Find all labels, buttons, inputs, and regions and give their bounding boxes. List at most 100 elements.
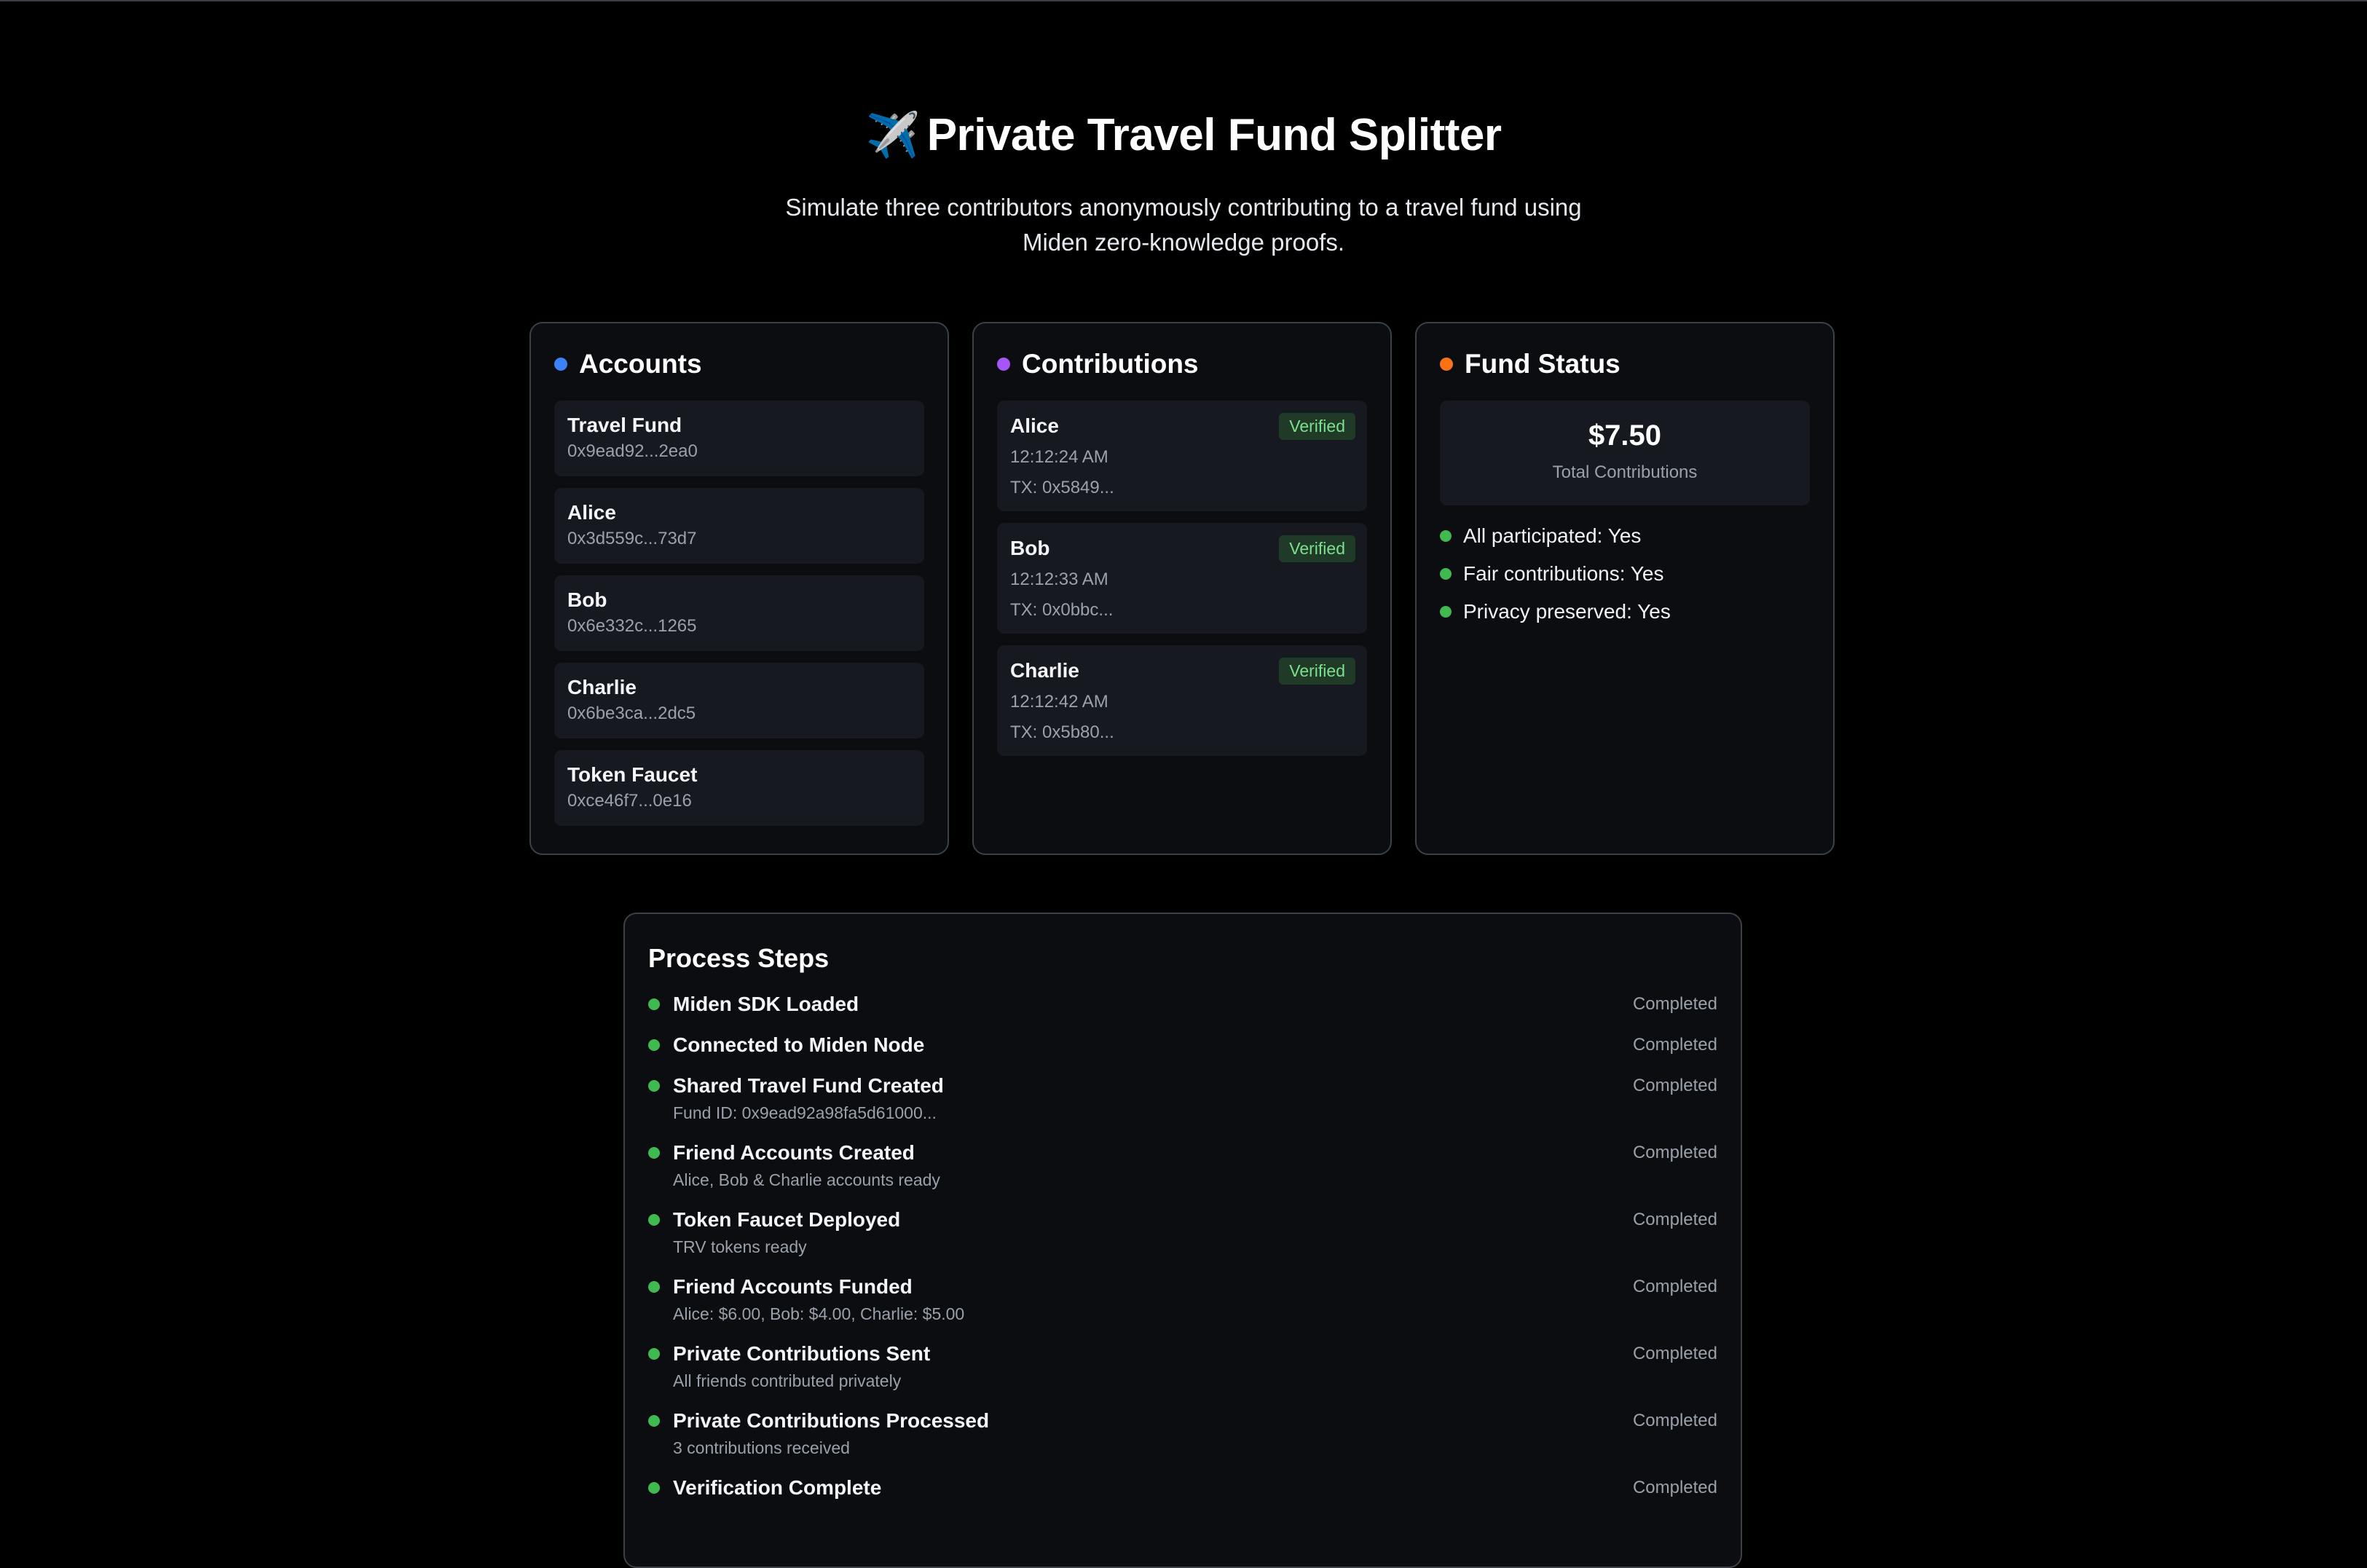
step-item: Private Contributions Sent All friends c… [648, 1341, 1717, 1408]
success-dot-icon [648, 1147, 660, 1159]
step-status: Completed [1632, 1344, 1717, 1363]
account-item: Bob 0x6e332c...1265 [554, 575, 924, 651]
step-item: Friend Accounts Funded Alice: $6.00, Bob… [648, 1274, 1717, 1341]
success-dot-icon [648, 1214, 660, 1226]
step-label: Verification Complete [673, 1476, 882, 1499]
contributions-card-header: Contributions [997, 347, 1367, 382]
accounts-dot-icon [554, 358, 567, 371]
contribution-tx: TX: 0x0bbc... [1010, 600, 1114, 620]
total-amount: $7.50 [1588, 419, 1662, 452]
contribution-item: Bob Verified 12:12:33 AM TX: 0x0bbc... [997, 523, 1367, 634]
fund-status-title: Fund Status [1465, 349, 1620, 379]
page-header: ✈️ Private Travel Fund Splitter Simulate… [0, 109, 2367, 260]
success-dot-icon [648, 1281, 660, 1293]
status-item: Privacy preserved: Yes [1440, 600, 1810, 623]
success-dot-icon [648, 998, 660, 1010]
contributor-name: Bob [1010, 537, 1050, 559]
account-item: Alice 0x3d559c...73d7 [554, 488, 924, 564]
step-detail: All friends contributed privately [673, 1371, 902, 1390]
account-item: Charlie 0x6be3ca...2dc5 [554, 663, 924, 738]
success-dot-icon [1440, 606, 1452, 618]
contribution-time: 12:12:33 AM [1010, 570, 1108, 589]
step-status: Completed [1632, 1411, 1717, 1430]
verified-badge: Verified [1279, 412, 1355, 440]
account-address: 0x9ead92...2ea0 [567, 441, 698, 461]
fund-status-dot-icon [1440, 358, 1453, 371]
status-text: Privacy preserved: Yes [1463, 600, 1671, 623]
step-label: Shared Travel Fund Created [673, 1074, 944, 1097]
account-address: 0x3d559c...73d7 [567, 529, 697, 548]
step-item: Miden SDK Loaded Completed [648, 991, 1717, 1032]
verified-badge: Verified [1279, 657, 1355, 685]
step-status: Completed [1632, 1035, 1717, 1055]
accounts-list: Travel Fund 0x9ead92...2ea0 Alice 0x3d55… [554, 401, 924, 826]
step-label: Private Contributions Processed [673, 1409, 990, 1432]
step-status: Completed [1632, 1277, 1717, 1296]
step-item: Private Contributions Processed 3 contri… [648, 1408, 1717, 1475]
process-steps-list: Miden SDK Loaded Completed Connected to … [648, 991, 1717, 1516]
top-border [0, 0, 2367, 1]
summary-cards: Accounts Travel Fund 0x9ead92...2ea0 Ali… [529, 322, 1835, 855]
step-status: Completed [1632, 1076, 1717, 1095]
step-detail: Alice, Bob & Charlie accounts ready [673, 1170, 940, 1189]
contribution-time: 12:12:24 AM [1010, 447, 1108, 467]
step-item: Token Faucet Deployed TRV tokens ready C… [648, 1207, 1717, 1274]
contributions-dot-icon [997, 358, 1010, 371]
verified-badge: Verified [1279, 535, 1355, 562]
contributions-card: Contributions Alice Verified 12:12:24 AM… [972, 322, 1392, 855]
step-detail: 3 contributions received [673, 1438, 850, 1457]
status-item: Fair contributions: Yes [1440, 562, 1810, 586]
contribution-tx: TX: 0x5b80... [1010, 722, 1114, 742]
step-detail: Alice: $6.00, Bob: $4.00, Charlie: $5.00 [673, 1304, 965, 1323]
contribution-item: Charlie Verified 12:12:42 AM TX: 0x5b80.… [997, 645, 1367, 756]
step-label: Private Contributions Sent [673, 1342, 931, 1365]
fund-status-card-header: Fund Status [1440, 347, 1810, 382]
page-subtitle: Simulate three contributors anonymously … [785, 194, 1582, 256]
account-name: Alice [567, 501, 616, 524]
step-label: Connected to Miden Node [673, 1033, 925, 1056]
process-steps-title: Process Steps [648, 943, 830, 973]
step-status: Completed [1632, 994, 1717, 1014]
step-detail: Fund ID: 0x9ead92a98fa5d61000... [673, 1103, 937, 1122]
airplane-icon: ✈️ [865, 111, 920, 159]
account-address: 0x6e332c...1265 [567, 616, 697, 636]
accounts-card: Accounts Travel Fund 0x9ead92...2ea0 Ali… [529, 322, 949, 855]
step-status: Completed [1632, 1478, 1717, 1497]
account-address: 0xce46f7...0e16 [567, 791, 692, 811]
account-item: Travel Fund 0x9ead92...2ea0 [554, 401, 924, 476]
fund-status-card: Fund Status $7.50 Total Contributions Al… [1415, 322, 1835, 855]
status-item: All participated: Yes [1440, 524, 1810, 548]
accounts-title: Accounts [579, 349, 702, 379]
fund-status-list: All participated: Yes Fair contributions… [1440, 524, 1810, 623]
account-item: Token Faucet 0xce46f7...0e16 [554, 750, 924, 826]
page-title-text: Private Travel Fund Splitter [926, 110, 1502, 160]
success-dot-icon [648, 1348, 660, 1360]
page-title: ✈️ Private Travel Fund Splitter [865, 109, 1502, 161]
contributions-list: Alice Verified 12:12:24 AM TX: 0x5849...… [997, 401, 1367, 756]
account-name: Travel Fund [567, 414, 682, 436]
step-item: Connected to Miden Node Completed [648, 1032, 1717, 1073]
step-label: Friend Accounts Created [673, 1141, 915, 1164]
step-item: Verification Complete Completed [648, 1475, 1717, 1516]
total-contributions-box: $7.50 Total Contributions [1440, 401, 1810, 505]
success-dot-icon [648, 1415, 660, 1427]
step-item: Friend Accounts Created Alice, Bob & Cha… [648, 1140, 1717, 1207]
contributions-title: Contributions [1022, 349, 1199, 379]
status-text: All participated: Yes [1463, 524, 1642, 547]
success-dot-icon [1440, 530, 1452, 542]
step-status: Completed [1632, 1143, 1717, 1162]
accounts-card-header: Accounts [554, 347, 924, 382]
contribution-time: 12:12:42 AM [1010, 692, 1108, 712]
account-name: Bob [567, 588, 607, 611]
step-label: Token Faucet Deployed [673, 1208, 901, 1231]
step-label: Friend Accounts Funded [673, 1275, 913, 1298]
account-address: 0x6be3ca...2dc5 [567, 704, 696, 723]
contributor-name: Charlie [1010, 659, 1079, 682]
step-detail: TRV tokens ready [673, 1237, 807, 1256]
success-dot-icon [648, 1039, 660, 1051]
status-text: Fair contributions: Yes [1463, 562, 1664, 585]
contribution-item: Alice Verified 12:12:24 AM TX: 0x5849... [997, 401, 1367, 511]
success-dot-icon [648, 1482, 660, 1494]
step-status: Completed [1632, 1210, 1717, 1229]
account-name: Token Faucet [567, 763, 698, 786]
